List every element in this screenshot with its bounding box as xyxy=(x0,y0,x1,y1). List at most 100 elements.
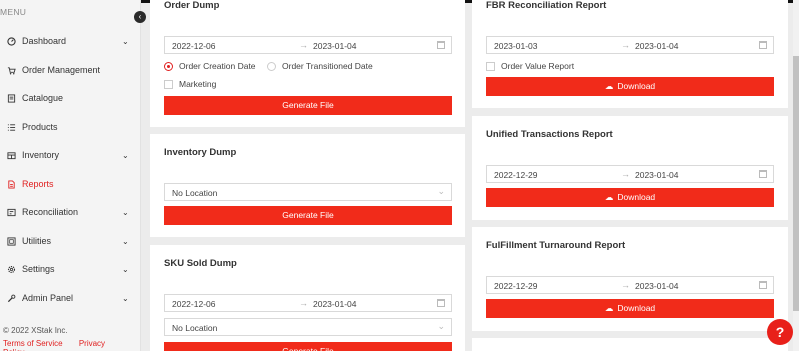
sidebar-item-label: Reports xyxy=(22,179,54,189)
utilities-icon xyxy=(6,236,16,246)
generate-file-button[interactable]: Generate File xyxy=(164,96,452,115)
sidebar-item-settings[interactable]: Settings ⌄ xyxy=(0,259,140,279)
checkbox-marketing[interactable]: Marketing xyxy=(164,79,216,89)
radio-order-transitioned[interactable]: Order Transitioned Date xyxy=(267,61,373,71)
sidebar-item-admin-panel[interactable]: Admin Panel ⌄ xyxy=(0,288,140,308)
radio-label: Order Creation Date xyxy=(179,61,256,71)
order-dump-card: Order Dump 2022-12-06 → 2023-01-04 Order… xyxy=(150,0,465,127)
chevron-down-icon: ⌄ xyxy=(437,186,445,196)
calendar-icon xyxy=(759,170,767,178)
sidebar-item-reconciliation[interactable]: Reconciliation ⌄ xyxy=(0,202,140,222)
location-select[interactable]: No Location ⌄ xyxy=(164,183,452,201)
catalogue-icon xyxy=(6,93,16,103)
sidebar-item-label: Settings xyxy=(22,264,55,274)
location-select[interactable]: No Location ⌄ xyxy=(164,318,452,336)
sidebar-item-label: Admin Panel xyxy=(22,293,74,303)
sidebar-item-catalogue[interactable]: Catalogue xyxy=(0,88,140,108)
radio-selected-icon xyxy=(164,61,173,71)
sidebar-item-label: Inventory xyxy=(22,150,60,160)
chevron-down-icon: ⌄ xyxy=(122,36,129,46)
sidebar: MENU Dashboard ⌄ Order Management Catalo… xyxy=(0,0,141,351)
sidebar-item-order-management[interactable]: Order Management xyxy=(0,60,140,80)
card-title: FBR Reconciliation Report xyxy=(486,0,607,11)
sidebar-item-products[interactable]: Products xyxy=(0,117,140,137)
checkbox-icon xyxy=(164,79,173,89)
terms-link[interactable]: Terms of Service xyxy=(3,339,63,348)
radio-order-creation[interactable]: Order Creation Date xyxy=(164,61,256,71)
inventory-icon xyxy=(6,150,16,160)
gear-icon xyxy=(6,264,16,274)
start-date[interactable]: 2022-12-06 xyxy=(172,41,215,51)
scrollbar-thumb[interactable] xyxy=(793,56,799,311)
arrow-right-icon: → xyxy=(621,169,630,179)
card-title: Order Dump xyxy=(164,0,220,11)
cloud-download-icon: ☁ xyxy=(604,192,614,202)
collapse-sidebar-button[interactable]: ‹ xyxy=(134,11,146,23)
checkbox-order-value[interactable]: Order Value Report xyxy=(486,61,574,71)
location-value: No Location xyxy=(172,188,218,198)
checkbox-label: Marketing xyxy=(179,79,217,89)
arrow-right-icon: → xyxy=(621,40,630,50)
help-button[interactable]: ? xyxy=(767,319,793,345)
button-label: Download xyxy=(617,303,656,313)
arrow-right-icon: → xyxy=(299,40,308,50)
end-date[interactable]: 2023-01-04 xyxy=(635,281,678,291)
start-date[interactable]: 2022-12-29 xyxy=(494,170,537,180)
menu-label: MENU xyxy=(0,7,27,17)
unified-report-card: Unified Transactions Report 2022-12-29 →… xyxy=(472,116,788,220)
calendar-icon xyxy=(759,281,767,289)
end-date[interactable]: 2023-01-04 xyxy=(635,170,678,180)
order-dump-date-range[interactable]: 2022-12-06 → 2023-01-04 xyxy=(164,36,452,54)
next-card-partial xyxy=(472,338,788,351)
sidebar-item-label: Dashboard xyxy=(22,36,67,46)
end-date[interactable]: 2023-01-04 xyxy=(635,41,678,51)
sidebar-item-label: Order Management xyxy=(22,65,101,75)
radio-label: Order Transitioned Date xyxy=(282,61,373,71)
sidebar-item-inventory[interactable]: Inventory ⌄ xyxy=(0,145,140,165)
sidebar-item-reports[interactable]: Reports xyxy=(0,174,140,194)
generate-file-button[interactable]: Generate File xyxy=(164,342,452,351)
chevron-down-icon: ⌄ xyxy=(122,236,129,246)
start-date[interactable]: 2022-12-06 xyxy=(172,299,215,309)
sidebar-item-label: Reconciliation xyxy=(22,207,79,217)
sidebar-item-dashboard[interactable]: Dashboard ⌄ xyxy=(0,31,140,51)
download-button[interactable]: ☁ Download xyxy=(486,188,774,207)
sidebar-item-label: Catalogue xyxy=(22,93,64,103)
reconciliation-icon xyxy=(6,207,16,217)
download-button[interactable]: ☁ Download xyxy=(486,77,774,96)
chevron-down-icon: ⌄ xyxy=(122,264,129,274)
wrench-icon xyxy=(6,293,16,303)
card-title: FulFillment Turnaround Report xyxy=(486,240,626,251)
sku-sold-dump-card: SKU Sold Dump 2022-12-06 → 2023-01-04 No… xyxy=(150,245,465,351)
calendar-icon xyxy=(437,41,445,49)
sidebar-item-utilities[interactable]: Utilities ⌄ xyxy=(0,231,140,251)
start-date[interactable]: 2022-12-29 xyxy=(494,281,537,291)
calendar-icon xyxy=(437,299,445,307)
chevron-down-icon: ⌄ xyxy=(122,293,129,303)
location-value: No Location xyxy=(172,323,218,333)
cloud-download-icon: ☁ xyxy=(604,303,614,313)
unified-date-range[interactable]: 2022-12-29 → 2023-01-04 xyxy=(486,165,774,183)
chevron-down-icon: ⌄ xyxy=(437,321,445,331)
arrow-right-icon: → xyxy=(621,280,630,290)
fbr-date-range[interactable]: 2023-01-03 → 2023-01-04 xyxy=(486,36,774,54)
copyright: © 2022 XStak Inc. xyxy=(3,326,68,335)
scrollbar-track[interactable] xyxy=(793,0,799,351)
card-title: SKU Sold Dump xyxy=(164,258,237,269)
start-date[interactable]: 2023-01-03 xyxy=(494,41,537,51)
generate-file-button[interactable]: Generate File xyxy=(164,206,452,225)
chevron-down-icon: ⌄ xyxy=(122,150,129,160)
end-date[interactable]: 2023-01-04 xyxy=(313,299,356,309)
list-icon xyxy=(6,122,16,132)
chevron-down-icon: ⌄ xyxy=(122,207,129,217)
cloud-download-icon: ☁ xyxy=(604,81,614,91)
sidebar-item-label: Products xyxy=(22,122,58,132)
radio-unselected-icon xyxy=(267,61,276,71)
end-date[interactable]: 2023-01-04 xyxy=(313,41,356,51)
download-button[interactable]: ☁ Download xyxy=(486,299,774,318)
sku-date-range[interactable]: 2022-12-06 → 2023-01-04 xyxy=(164,294,452,312)
checkbox-icon xyxy=(486,61,495,71)
sidebar-item-label: Utilities xyxy=(22,236,52,246)
calendar-icon xyxy=(759,41,767,49)
fulfillment-date-range[interactable]: 2022-12-29 → 2023-01-04 xyxy=(486,276,774,294)
